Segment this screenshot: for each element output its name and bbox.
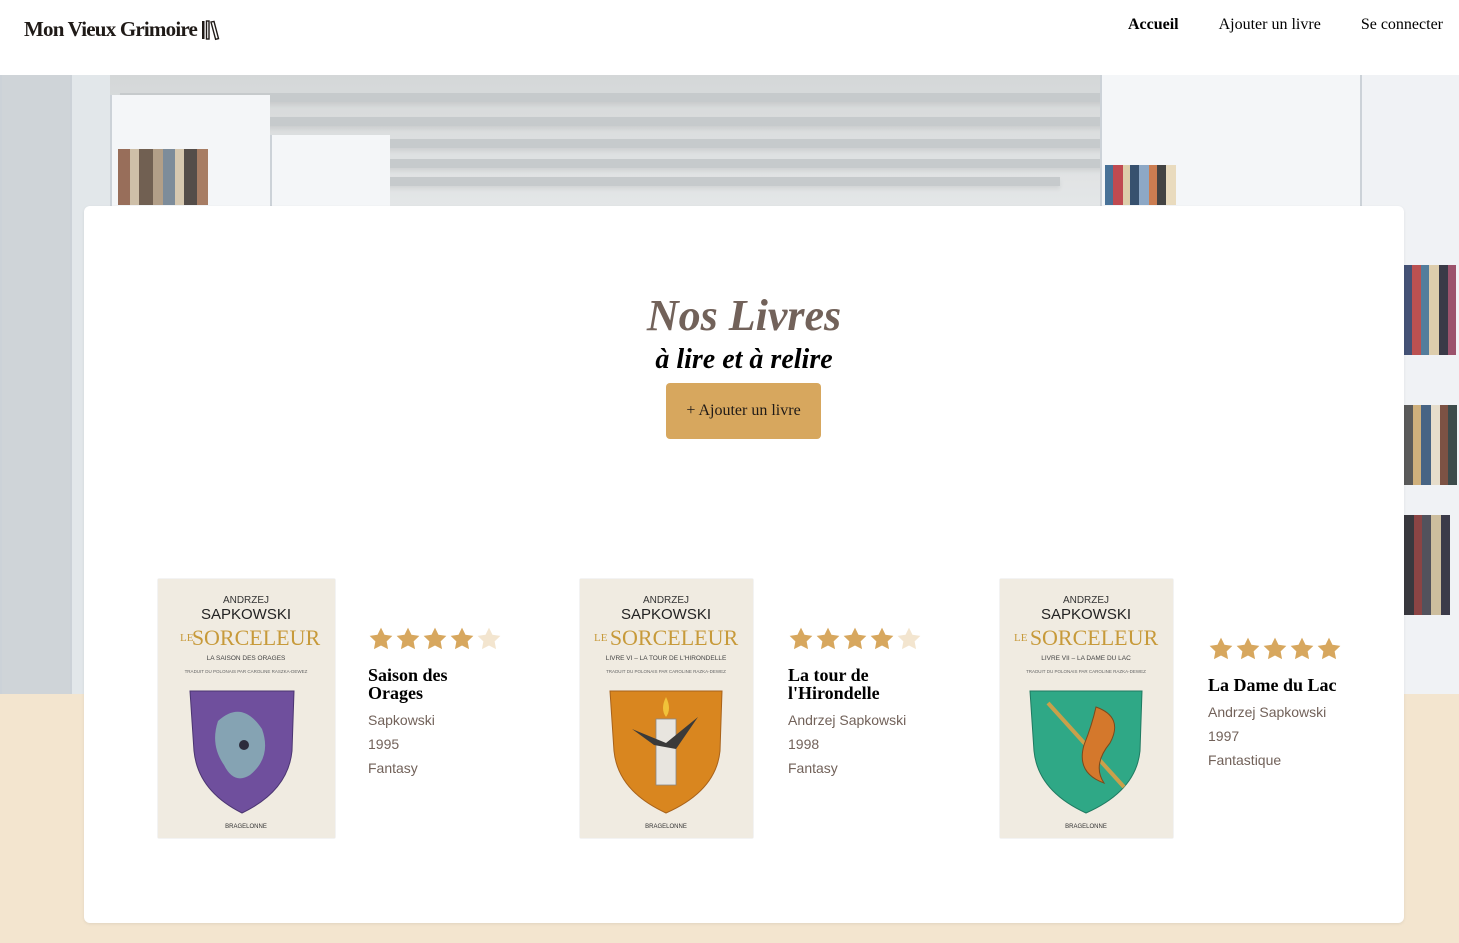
star-icon xyxy=(1263,637,1287,660)
star-empty-icon xyxy=(477,627,501,650)
page-title: Nos Livres xyxy=(646,291,842,340)
cover-author: ANDRZEJ xyxy=(223,595,269,606)
book-info: La Dame du Lac Andrzej Sapkowski 1997 Fa… xyxy=(1208,636,1378,772)
cover-image: ANDRZEJ SAPKOWSKI LE SORCELEUR LIVRE VI … xyxy=(580,579,753,838)
cover-image: ANDRZEJ SAPKOWSKI LE SORCELEUR LIVRE VII… xyxy=(1000,579,1173,838)
book-author: Andrzej Sapkowski xyxy=(788,712,907,728)
rating-stars xyxy=(788,626,948,652)
star-icon xyxy=(450,627,474,650)
book-info: Saison des Orages Sapkowski 1995 Fantasy xyxy=(368,626,528,780)
cover-subtitle: LIVRE VII – LA DAME DU LAC xyxy=(1041,655,1131,662)
book-year: 1997 xyxy=(1208,728,1240,744)
book-genre: Fantasy xyxy=(788,760,838,776)
book-author: Sapkowski xyxy=(368,712,435,728)
cover-image: ANDRZEJ SAPKOWSKI LE SORCELEUR LA SAISON… xyxy=(158,579,335,838)
star-icon xyxy=(816,627,840,650)
logo-text: Mon Vieux Grimoire xyxy=(24,17,198,41)
main-nav: Accueil Ajouter un livre Se connecter xyxy=(1128,16,1443,34)
cover-subtitle: LIVRE VI – LA TOUR DE L'HIRONDELLE xyxy=(606,655,727,662)
cover-surname: SAPKOWSKI xyxy=(621,606,711,623)
rating-stars xyxy=(1208,636,1378,662)
cover-author: ANDRZEJ xyxy=(1063,595,1109,606)
star-icon xyxy=(1290,637,1314,660)
book-title[interactable]: La Dame du Lac xyxy=(1208,676,1378,694)
star-icon xyxy=(1317,637,1341,660)
star-icon xyxy=(870,627,894,650)
book-cover[interactable]: ANDRZEJ SAPKOWSKI LE SORCELEUR LIVRE VII… xyxy=(1000,579,1173,838)
rating-stars xyxy=(368,626,528,652)
nav-ajouter-livre[interactable]: Ajouter un livre xyxy=(1219,16,1321,34)
cover-translator: TRADUIT DU POLONAIS PAR CAROLINE RAZKA-D… xyxy=(1026,669,1146,674)
book-title[interactable]: Saison des Orages xyxy=(368,666,478,702)
star-icon xyxy=(423,627,447,650)
star-icon xyxy=(396,627,420,650)
cover-publisher: BRAGELONNE xyxy=(225,824,267,830)
nav-accueil[interactable]: Accueil xyxy=(1128,16,1179,34)
cover-series: SORCELEUR xyxy=(610,625,739,650)
cover-subtitle: LA SAISON DES ORAGES xyxy=(207,655,286,662)
cover-translator: TRADUIT DU POLONAIS PAR CAROLINE RAZKA-D… xyxy=(606,669,726,674)
cover-translator: TRADUIT DU POLONAIS PAR CAROLINE RASZKA-… xyxy=(185,669,308,674)
book-title[interactable]: La tour de l'Hirondelle xyxy=(788,666,898,702)
star-icon xyxy=(843,627,867,650)
book-author: Andrzej Sapkowski xyxy=(1208,704,1327,720)
book-genre: Fantastique xyxy=(1208,752,1282,768)
books-icon xyxy=(202,19,220,40)
book-year: 1995 xyxy=(368,736,400,752)
cover-surname: SAPKOWSKI xyxy=(1041,606,1131,623)
book-cover[interactable]: ANDRZEJ SAPKOWSKI LE SORCELEUR LIVRE VI … xyxy=(580,579,753,838)
cover-publisher: BRAGELONNE xyxy=(645,824,687,830)
star-icon xyxy=(1236,637,1260,660)
cover-surname: SAPKOWSKI xyxy=(201,606,291,623)
star-empty-icon xyxy=(897,627,921,650)
book-genre: Fantasy xyxy=(368,760,418,776)
page-subtitle: à lire et à relire xyxy=(655,344,833,375)
cover-series: SORCELEUR xyxy=(192,625,321,650)
cover-author: ANDRZEJ xyxy=(643,595,689,606)
book-info: La tour de l'Hirondelle Andrzej Sapkowsk… xyxy=(788,626,948,780)
star-icon xyxy=(789,627,813,650)
book-year: 1998 xyxy=(788,736,820,752)
star-icon xyxy=(369,627,393,650)
cover-series-le: LE xyxy=(1014,632,1028,644)
book-cover[interactable]: ANDRZEJ SAPKOWSKI LE SORCELEUR LA SAISON… xyxy=(158,579,335,838)
nav-se-connecter[interactable]: Se connecter xyxy=(1361,16,1443,34)
star-icon xyxy=(1209,637,1233,660)
books-card: Nos Livres à lire et à relire + Ajouter … xyxy=(84,206,1404,923)
cover-publisher: BRAGELONNE xyxy=(1065,824,1107,830)
logo[interactable]: Mon Vieux Grimoire xyxy=(24,17,221,42)
add-book-button[interactable]: + Ajouter un livre xyxy=(666,383,821,439)
site-header: Mon Vieux Grimoire Accueil Ajouter un li… xyxy=(0,0,1459,75)
cover-series-le: LE xyxy=(594,632,608,644)
cover-series: SORCELEUR xyxy=(1030,625,1159,650)
